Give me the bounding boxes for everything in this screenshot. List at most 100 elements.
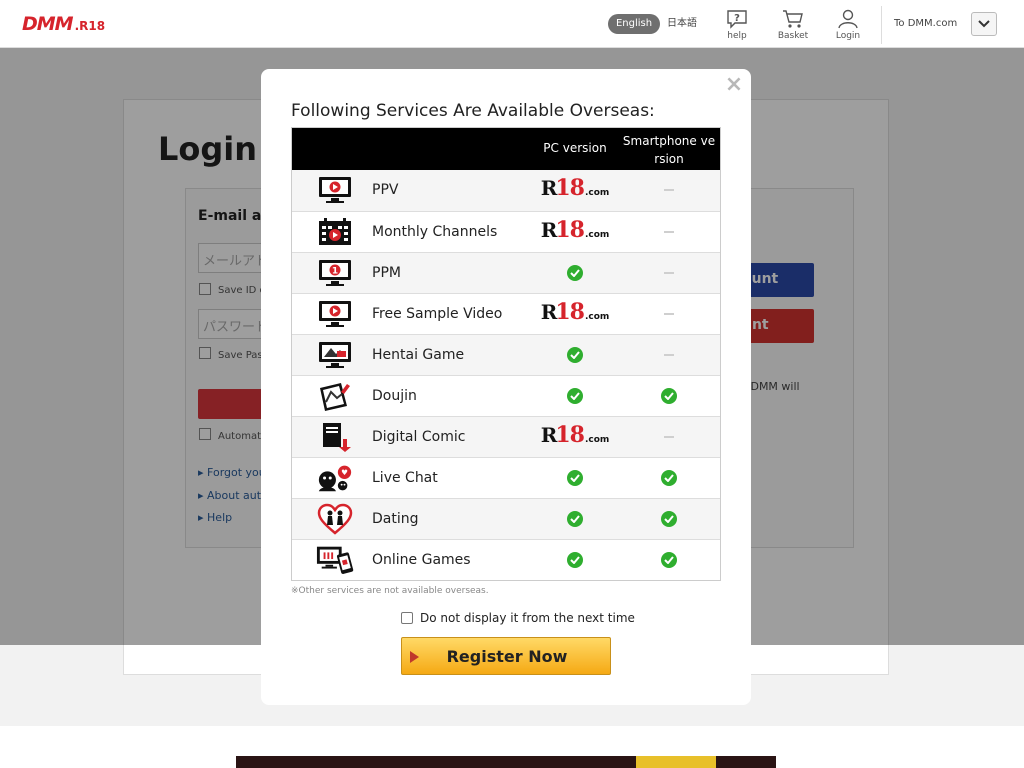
- svg-text:1: 1: [332, 267, 338, 277]
- pc-availability: R 18 .com: [528, 212, 622, 252]
- r18-logo-r: R: [540, 217, 558, 242]
- dmm-r18-logo[interactable]: DMM .R18: [22, 13, 105, 35]
- service-row-dating: Dating: [292, 498, 720, 539]
- monitor-play-icon: [316, 298, 354, 330]
- to-dmm-dropdown-button[interactable]: [971, 12, 997, 36]
- login-label: Login: [835, 31, 861, 41]
- service-row-doujin: Doujin: [292, 375, 720, 416]
- user-icon: [828, 8, 868, 30]
- register-now-label: Register Now: [446, 646, 568, 666]
- smartphone-availability: [622, 253, 716, 293]
- available-check-icon: [567, 347, 583, 363]
- r18-logo-number: 18: [555, 298, 585, 325]
- not-available-dash-icon: [664, 313, 674, 315]
- service-name: PPV: [372, 182, 399, 198]
- service-row-online-games: Online Games: [292, 539, 720, 580]
- smartphone-availability: [622, 499, 716, 539]
- smartphone-availability: [622, 540, 716, 580]
- col-pc-version: PC version: [543, 141, 607, 155]
- available-check-icon: [661, 552, 677, 568]
- table-body: PPV R 18 .com Monthly Channels R 18 .com 1 PPM Fre…: [292, 170, 720, 580]
- close-icon[interactable]: ×: [724, 74, 744, 96]
- do-not-display-option[interactable]: Do not display it from the next time: [401, 611, 635, 625]
- available-check-icon: [567, 511, 583, 527]
- r18-logo-com: .com: [584, 311, 610, 322]
- available-check-icon: [661, 388, 677, 404]
- pc-availability: R 18 .com: [528, 170, 622, 210]
- pc-availability: R 18 .com: [528, 417, 622, 457]
- service-name: Online Games: [372, 552, 471, 568]
- pc-availability: [528, 376, 622, 416]
- services-table: PC version Smartphone version PPV R 18 .com…: [291, 127, 721, 581]
- smartphone-availability: [622, 294, 716, 334]
- service-name: Monthly Channels: [372, 224, 498, 240]
- not-available-dash-icon: [664, 231, 674, 233]
- service-row-ppm: 1 PPM: [292, 252, 720, 293]
- logo-sub-text: .R18: [74, 19, 106, 33]
- smartphone-availability: [622, 376, 716, 416]
- service-name: Digital Comic: [372, 429, 466, 445]
- r18-logo-com: .com: [584, 434, 610, 445]
- basket-label: Basket: [777, 31, 809, 41]
- available-check-icon: [567, 552, 583, 568]
- to-dmm-link[interactable]: To DMM.com: [894, 14, 957, 34]
- basket-icon: [773, 8, 813, 30]
- comic-book-icon: [316, 421, 354, 453]
- smartphone-availability: [622, 170, 716, 210]
- table-header: PC version Smartphone version: [292, 128, 720, 170]
- r18-logo-r: R: [540, 175, 558, 200]
- r18-com-logo: R 18 .com: [541, 298, 610, 327]
- help-icon: ?: [717, 8, 757, 30]
- service-row-monthly-channels: Monthly Channels R 18 .com: [292, 211, 720, 252]
- logo-main-text: DMM: [22, 13, 74, 35]
- promo-banner[interactable]: [236, 756, 776, 768]
- game-monitor-icon: [316, 339, 354, 371]
- available-check-icon: [661, 511, 677, 527]
- basket-nav-button[interactable]: Basket: [773, 8, 813, 41]
- r18-com-logo: R 18 .com: [540, 217, 610, 245]
- r18-logo-number: 18: [555, 174, 585, 201]
- header-divider: [881, 6, 882, 44]
- smartphone-availability: [622, 212, 716, 252]
- service-row-hentai-game: Hentai Game: [292, 334, 720, 375]
- service-row-live-chat: ♥ Live Chat: [292, 457, 720, 498]
- available-check-icon: [567, 388, 583, 404]
- service-name: Free Sample Video: [372, 306, 503, 322]
- svg-text:♥: ♥: [341, 468, 348, 477]
- r18-logo-r: R: [540, 422, 558, 447]
- chevron-down-icon: [978, 20, 990, 28]
- modal-title: Following Services Are Available Oversea…: [291, 101, 655, 121]
- smartphone-availability: [622, 458, 716, 498]
- smartphone-availability: [622, 417, 716, 457]
- help-nav-button[interactable]: ? help: [717, 8, 757, 41]
- service-name: Live Chat: [372, 470, 438, 486]
- service-row-digital-comic: Digital Comic R 18 .com: [292, 416, 720, 457]
- language-japanese-link[interactable]: 日本語: [667, 14, 697, 34]
- not-available-dash-icon: [664, 272, 674, 274]
- dating-heart-icon: [316, 503, 354, 535]
- service-row-free-sample-video: Free Sample Video R 18 .com: [292, 293, 720, 334]
- language-english-button[interactable]: English: [608, 14, 660, 34]
- svg-text:?: ?: [734, 13, 740, 24]
- online-games-icon: [316, 544, 354, 576]
- r18-logo-number: 18: [555, 421, 585, 448]
- r18-logo-com: .com: [584, 187, 610, 198]
- not-available-dash-icon: [664, 189, 674, 191]
- footnote: ※Other services are not available overse…: [291, 586, 489, 596]
- available-check-icon: [661, 470, 677, 486]
- register-now-button[interactable]: Register Now: [401, 637, 611, 675]
- pc-availability: [528, 499, 622, 539]
- monitor-one-icon: 1: [316, 257, 354, 289]
- r18-logo-com: .com: [584, 229, 610, 240]
- pc-availability: [528, 540, 622, 580]
- pc-availability: R 18 .com: [528, 294, 622, 334]
- top-header: DMM .R18 English 日本語 ? help Basket Login…: [0, 0, 1024, 48]
- do-not-display-checkbox[interactable]: [401, 612, 413, 624]
- calendar-play-icon: [316, 216, 354, 248]
- available-check-icon: [567, 265, 583, 281]
- monitor-play-icon: [316, 174, 354, 206]
- login-nav-button[interactable]: Login: [828, 8, 868, 41]
- not-available-dash-icon: [664, 354, 674, 356]
- pc-availability: [528, 253, 622, 293]
- smartphone-availability: [622, 335, 716, 375]
